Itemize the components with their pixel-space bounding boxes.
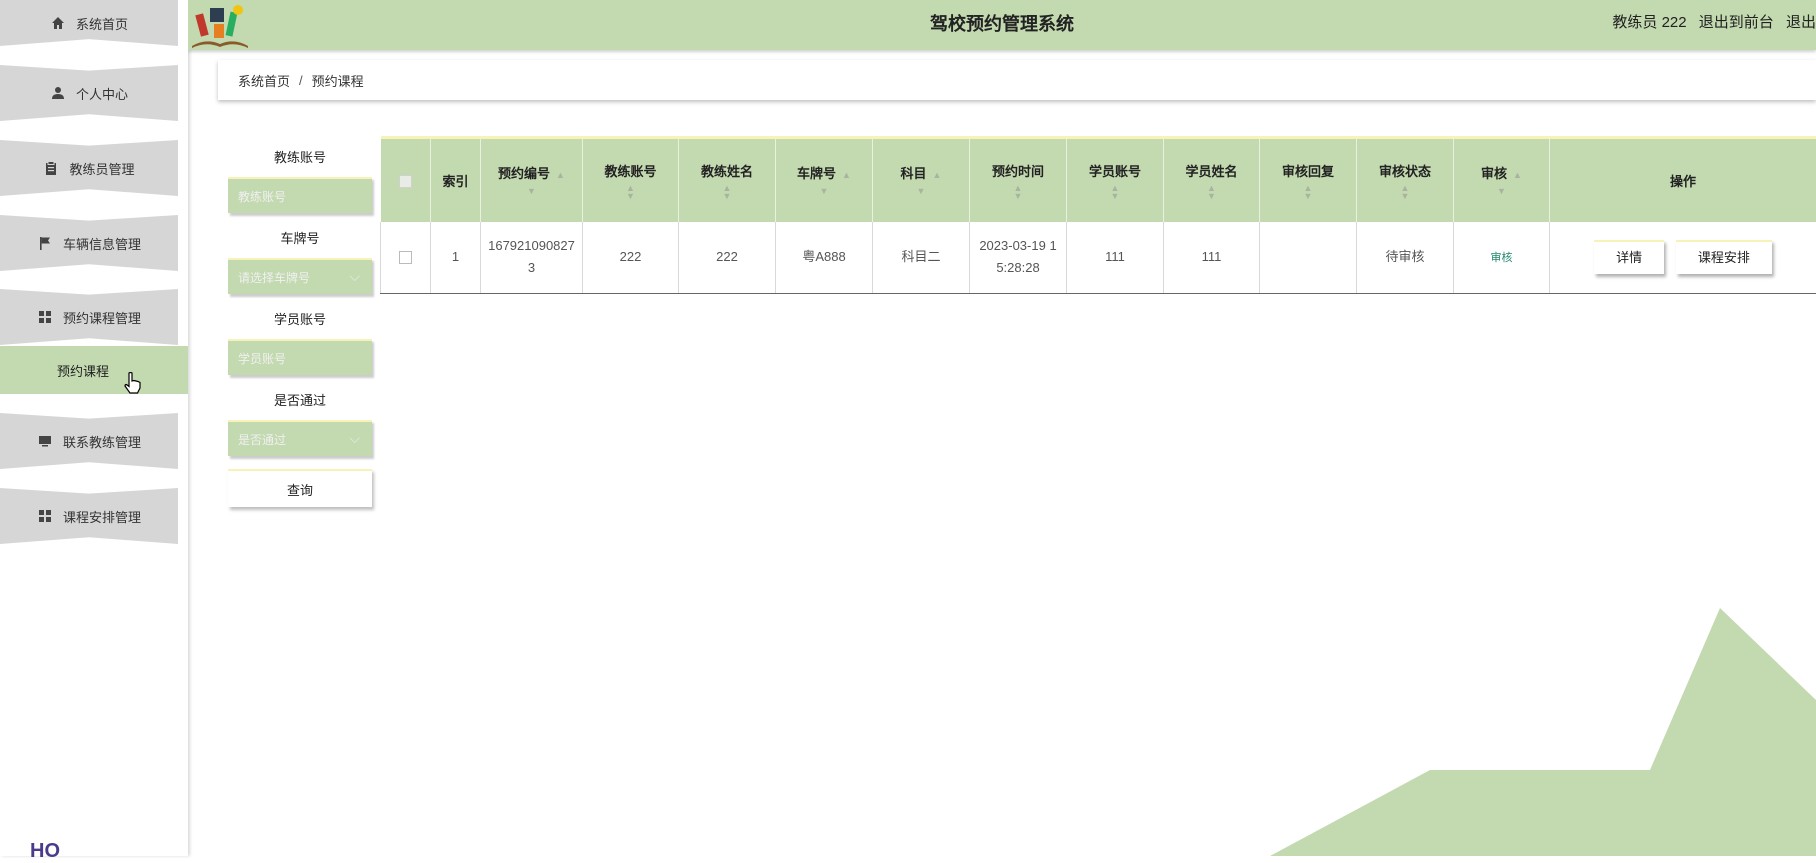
col-review[interactable]: 审核▲▼	[1454, 138, 1550, 222]
select-all-checkbox[interactable]	[399, 175, 412, 188]
sort-icon: ▲▼	[1264, 184, 1352, 200]
coach-account-input[interactable]: 教练账号	[228, 177, 372, 213]
col-coach-name[interactable]: 教练姓名▲▼	[679, 138, 776, 222]
breadcrumb-current: 预约课程	[312, 71, 364, 90]
cell-time: 2023-03-19 15:28:28	[970, 222, 1067, 294]
sidebar-item-label: 个人中心	[76, 84, 128, 103]
table-header-row: 索引 预约编号▲▼ 教练账号▲▼ 教练姓名▲▼ 车牌号▲▼ 科目▲▼ 预约时间▲…	[381, 138, 1816, 222]
current-user: 教练员 222	[1612, 14, 1686, 31]
cell-index: 1	[431, 222, 481, 294]
sidebar-subitem-label: 预约课程	[57, 361, 109, 380]
top-header: 驾校预约管理系统 教练员 222 退出到前台 退出	[188, 0, 1816, 50]
booking-table: 索引 预约编号▲▼ 教练账号▲▼ 教练姓名▲▼ 车牌号▲▼ 科目▲▼ 预约时间▲…	[380, 136, 1816, 294]
sidebar-item-label: 系统首页	[76, 14, 128, 33]
col-index: 索引	[431, 138, 481, 222]
passed-label: 是否通过	[228, 388, 372, 414]
breadcrumb-separator: /	[299, 73, 303, 88]
student-account-label: 学员账号	[228, 307, 372, 333]
sort-icon: ▲▼	[587, 184, 674, 200]
home-icon	[50, 15, 66, 31]
cell-student-name: 111	[1164, 222, 1260, 294]
col-student-account[interactable]: 学员账号▲▼	[1067, 138, 1164, 222]
schedule-button[interactable]: 课程安排	[1676, 240, 1772, 274]
plate-select[interactable]: 请选择车牌号	[228, 258, 372, 294]
select-all-cell	[381, 138, 431, 222]
coach-account-label: 教练账号	[228, 145, 372, 171]
cell-coach-name: 222	[679, 222, 776, 294]
col-time[interactable]: 预约时间▲▼	[970, 138, 1067, 222]
student-account-input[interactable]: 学员账号	[228, 339, 372, 375]
passed-select[interactable]: 是否通过	[228, 420, 372, 456]
sort-icon: ▲▼	[974, 184, 1062, 200]
table-row: 1 1679210908273 222 222 粤A888 科目二 2023-0…	[381, 222, 1816, 294]
coach-account-placeholder: 教练账号	[238, 188, 286, 205]
clipboard-icon	[43, 160, 59, 176]
col-status[interactable]: 审核状态▲▼	[1357, 138, 1454, 222]
cell-plate: 粤A888	[776, 222, 873, 294]
cell-student-account: 111	[1067, 222, 1164, 294]
plate-label: 车牌号	[228, 226, 372, 252]
sidebar-item-vehicle-manage[interactable]: 车辆信息管理	[0, 215, 178, 271]
query-button[interactable]: 查询	[228, 469, 372, 507]
col-plate[interactable]: 车牌号▲▼	[776, 138, 873, 222]
row-checkbox[interactable]	[399, 251, 412, 264]
sidebar-item-label: 车辆信息管理	[63, 234, 141, 253]
detail-button[interactable]: 详情	[1594, 240, 1664, 274]
sidebar-item-contact-manage[interactable]: 联系教练管理	[0, 413, 178, 469]
cell-reply	[1260, 222, 1357, 294]
sidebar-item-schedule-manage[interactable]: 课程安排管理	[0, 488, 178, 544]
col-student-name[interactable]: 学员姓名▲▼	[1164, 138, 1260, 222]
flag-icon	[37, 235, 53, 251]
sort-icon: ▲▼	[1168, 184, 1255, 200]
cell-subject: 科目二	[873, 222, 970, 294]
logout-link[interactable]: 退出	[1786, 14, 1816, 31]
sidebar-item-home[interactable]: 系统首页	[0, 0, 178, 46]
sidebar-subitem-booking[interactable]: 预约课程	[0, 346, 188, 394]
sidebar-item-label: 预约课程管理	[63, 308, 141, 327]
sort-icon: ▲▼	[683, 184, 771, 200]
sidebar: 系统首页 个人中心 教练员管理 车辆信息管理 预约课程管理 预约课程 联系教练管…	[0, 0, 188, 856]
plate-placeholder: 请选择车牌号	[238, 269, 310, 286]
grid-icon	[37, 508, 53, 524]
sidebar-item-booking-manage[interactable]: 预约课程管理	[0, 289, 178, 345]
sidebar-item-profile[interactable]: 个人中心	[0, 65, 178, 121]
breadcrumb-home[interactable]: 系统首页	[238, 71, 290, 90]
cell-actions: 详情 课程安排	[1550, 222, 1816, 294]
cell-review: 审核	[1454, 222, 1550, 294]
sidebar-item-label: 课程安排管理	[63, 507, 141, 526]
col-actions: 操作	[1550, 138, 1816, 222]
app-logo	[188, 0, 252, 50]
cell-status: 待审核	[1357, 222, 1454, 294]
col-subject[interactable]: 科目▲▼	[873, 138, 970, 222]
review-link[interactable]: 审核	[1491, 252, 1513, 264]
grid-icon	[37, 309, 53, 325]
cell-coach-account: 222	[583, 222, 679, 294]
app-title: 驾校预约管理系统	[188, 10, 1816, 36]
sort-icon: ▲▼	[1071, 184, 1159, 200]
hand-cursor-icon	[124, 372, 142, 399]
sidebar-item-coach-manage[interactable]: 教练员管理	[0, 140, 178, 196]
sort-icon: ▲▼	[1361, 184, 1449, 200]
col-coach-account[interactable]: 教练账号▲▼	[583, 138, 679, 222]
monitor-icon	[37, 433, 53, 449]
passed-placeholder: 是否通过	[238, 431, 286, 448]
user-icon	[50, 85, 66, 101]
front-site-link[interactable]: 退出到前台	[1699, 14, 1774, 31]
student-account-placeholder: 学员账号	[238, 350, 286, 367]
row-select-cell	[381, 222, 431, 294]
search-panel: 教练账号 教练账号 车牌号 请选择车牌号 学员账号 学员账号 是否通过 是否通过…	[228, 145, 372, 507]
sidebar-item-label: 教练员管理	[69, 159, 134, 178]
sidebar-item-label: 联系教练管理	[63, 432, 141, 451]
breadcrumb: 系统首页 / 预约课程	[218, 60, 1816, 100]
col-booking-no[interactable]: 预约编号▲▼	[481, 138, 583, 222]
col-reply[interactable]: 审核回复▲▼	[1260, 138, 1357, 222]
cell-booking-no: 1679210908273	[481, 222, 583, 294]
footer-logo: HO	[30, 840, 60, 863]
header-user-area: 教练员 222 退出到前台 退出	[1604, 11, 1816, 32]
